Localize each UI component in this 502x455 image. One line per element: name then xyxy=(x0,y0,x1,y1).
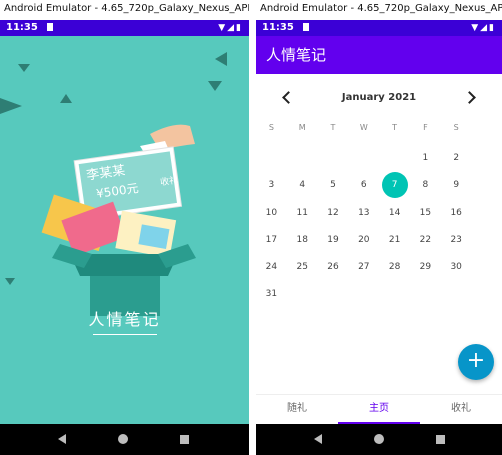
status-bar: 11:35 ▼◢▮ xyxy=(0,20,249,36)
calendar-day[interactable]: 30 xyxy=(441,254,472,281)
calendar-empty-cell xyxy=(348,145,379,172)
calendar-day[interactable]: 29 xyxy=(410,254,441,281)
system-nav-bar xyxy=(0,424,249,455)
system-nav-bar xyxy=(256,424,502,455)
calendar-day[interactable]: 5 xyxy=(318,172,349,199)
calendar-day[interactable]: 16 xyxy=(441,200,472,227)
calendar-empty-cell xyxy=(348,281,379,308)
add-button[interactable]: + xyxy=(458,344,494,380)
calendar-day[interactable]: 6 xyxy=(348,172,379,199)
calendar-day[interactable]: 21 xyxy=(379,227,410,254)
decor-triangle-icon xyxy=(18,64,30,72)
calendar-grid: S M T W T F S 1 2 3 4 5 6 7 8 9 10 11 12 13 14 15 16 17 18 19 20 21… xyxy=(256,118,502,308)
calendar-empty-cell xyxy=(287,145,318,172)
calendar-day[interactable]: 10 xyxy=(256,200,287,227)
weekday-label: F xyxy=(423,123,428,132)
window-title: Android Emulator - 4.65_720p_Galaxy_Nexu… xyxy=(256,0,502,20)
calendar-empty-cell xyxy=(379,281,410,308)
decor-triangle-icon xyxy=(60,94,72,103)
weekday-label: T xyxy=(392,123,398,132)
calendar-day[interactable]: 4 xyxy=(287,172,318,199)
calendar-day[interactable]: 22 xyxy=(410,227,441,254)
calendar-empty-cell xyxy=(441,281,472,308)
back-icon[interactable] xyxy=(314,434,322,444)
weekday-label: S xyxy=(268,123,274,132)
home-icon[interactable] xyxy=(374,434,384,444)
splash-title: 人情笔记 xyxy=(0,306,249,335)
bottom-nav-tab[interactable]: 随礼 xyxy=(256,395,338,424)
calendar-week-row: 12 xyxy=(256,145,502,172)
calendar-week-row: 3456789 xyxy=(256,172,502,199)
splash-screen: 李某某 ¥500元 收礼 人情笔记 xyxy=(0,36,249,424)
calendar-day[interactable]: 27 xyxy=(348,254,379,281)
gift-box-illustration-icon xyxy=(41,124,196,316)
calendar-empty-cell xyxy=(256,145,287,172)
decor-triangle-icon xyxy=(208,81,222,91)
calendar-day[interactable]: 14 xyxy=(379,200,410,227)
calendar-header: January 2021 xyxy=(256,88,502,108)
calendar-empty-cell xyxy=(318,281,349,308)
recents-icon[interactable] xyxy=(180,435,189,444)
main-content: January 2021 S M T W T F S 1 2 3 4 5 6 7 8 9 10 11 12 13 14 1… xyxy=(256,74,502,424)
app-title: 人情笔记 xyxy=(266,46,327,64)
weekday-row: SMTWTFS xyxy=(256,118,502,145)
bottom-navigation: 随礼 主页 收礼 xyxy=(256,394,502,424)
status-time: 11:35 xyxy=(6,22,38,33)
signal-battery-icons: ▼◢▮ xyxy=(471,23,496,33)
back-icon[interactable] xyxy=(58,434,66,444)
calendar-day[interactable]: 17 xyxy=(256,227,287,254)
calendar-day[interactable]: 18 xyxy=(287,227,318,254)
calendar-day[interactable]: 25 xyxy=(287,254,318,281)
calendar-day[interactable]: 8 xyxy=(410,172,441,199)
splash-title-text: 人情笔记 xyxy=(88,310,161,329)
sim-icon xyxy=(47,23,54,31)
calendar-day[interactable]: 9 xyxy=(441,172,472,199)
calendar-day[interactable]: 26 xyxy=(318,254,349,281)
calendar-empty-cell xyxy=(410,281,441,308)
status-bar: 11:35 ▼◢▮ xyxy=(256,20,502,36)
calendar-day[interactable]: 3 xyxy=(256,172,287,199)
weekday-label: W xyxy=(359,123,368,132)
card-label-text: 收礼 xyxy=(159,175,179,189)
calendar-day[interactable]: 20 xyxy=(348,227,379,254)
sim-icon xyxy=(303,23,310,31)
emulator-window-calendar: Android Emulator - 4.65_720p_Galaxy_Nexu… xyxy=(256,0,502,455)
calendar-empty-cell xyxy=(287,281,318,308)
calendar-day[interactable]: 11 xyxy=(287,200,318,227)
selected-day[interactable]: 7 xyxy=(381,172,408,199)
weekday-label: S xyxy=(453,123,459,132)
bottom-nav-tab[interactable]: 主页 xyxy=(338,395,420,424)
calendar-day[interactable]: 13 xyxy=(348,200,379,227)
splash-title-underline xyxy=(92,334,157,335)
app-bar: 人情笔记 xyxy=(256,36,502,74)
calendar-day[interactable]: 28 xyxy=(379,254,410,281)
decor-triangle-icon xyxy=(215,52,227,66)
calendar-day[interactable]: 1 xyxy=(410,145,441,172)
calendar-week-row: 10 11 12 13 14 15 16 xyxy=(256,200,502,227)
calendar-day[interactable]: 23 xyxy=(441,227,472,254)
calendar-week-row: 24 25 26 27 28 29 30 xyxy=(256,254,502,281)
emulator-window-splash: Android Emulator - 4.65_720p_Galaxy_Nexu… xyxy=(0,0,249,455)
calendar-empty-cell xyxy=(318,145,349,172)
recents-icon[interactable] xyxy=(436,435,445,444)
home-icon[interactable] xyxy=(118,434,128,444)
calendar-day[interactable]: 19 xyxy=(318,227,349,254)
weekday-label: M xyxy=(298,123,306,132)
calendar-day[interactable]: 24 xyxy=(256,254,287,281)
bottom-nav-tab[interactable]: 收礼 xyxy=(420,395,502,424)
calendar-day[interactable]: 2 xyxy=(441,145,472,172)
status-time: 11:35 xyxy=(262,22,294,33)
decor-triangle-icon xyxy=(0,98,22,114)
weekday-label: T xyxy=(330,123,336,132)
calendar-day[interactable]: 15 xyxy=(410,200,441,227)
calendar-day[interactable]: 31 xyxy=(256,281,287,308)
calendar-empty-cell xyxy=(379,145,410,172)
calendar-day[interactable]: 12 xyxy=(318,200,349,227)
calendar-week-row: 17 18 19 20 21 22 23 xyxy=(256,227,502,254)
signal-battery-icons: ▼◢▮ xyxy=(218,23,243,33)
window-title: Android Emulator - 4.65_720p_Galaxy_Nexu… xyxy=(0,0,249,20)
calendar-day[interactable]: 7 xyxy=(379,172,410,199)
calendar-week-row: 31 xyxy=(256,281,502,308)
